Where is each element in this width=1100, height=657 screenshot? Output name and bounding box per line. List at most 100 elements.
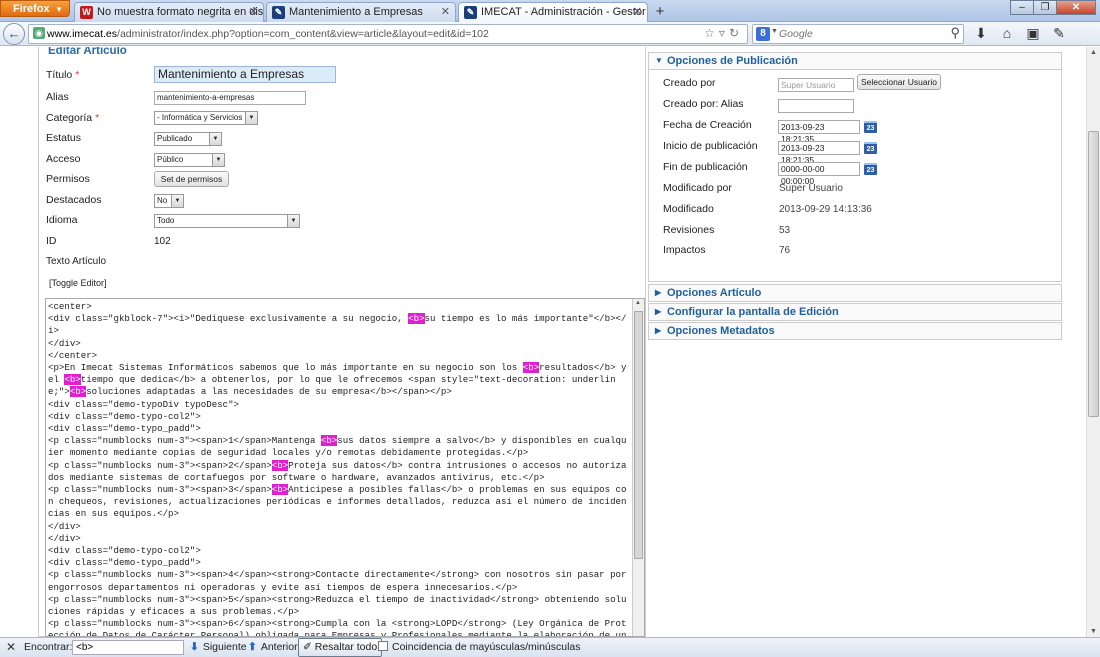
editor-scroll-thumb[interactable] bbox=[634, 311, 643, 559]
firefox-menu-button[interactable]: Firefox ▼ bbox=[0, 0, 70, 17]
search-highlight: <b> bbox=[64, 374, 81, 386]
chevron-down-icon: ▼ bbox=[171, 195, 183, 207]
tab-admin[interactable]: ✎ IMECAT - Administración - Gestor de...… bbox=[458, 2, 648, 23]
editor-source-code[interactable]: <center> <div class="gkblock-7"><i>"Dedi… bbox=[48, 301, 630, 636]
scroll-up-icon[interactable]: ▲ bbox=[635, 300, 641, 306]
acceso-select[interactable]: Público ▼ bbox=[154, 153, 225, 167]
destacados-select[interactable]: No ▼ bbox=[154, 194, 184, 208]
new-tab-button[interactable]: + bbox=[650, 3, 670, 21]
alias-field[interactable]: mantenimiento-a-empresas bbox=[154, 91, 306, 105]
close-tab-icon[interactable]: ✕ bbox=[441, 3, 450, 21]
firefox-menu-label: Firefox bbox=[13, 3, 50, 15]
metadata-options-header[interactable]: ▶ Opciones Metadatos bbox=[648, 322, 1062, 340]
history-dropdown-icon[interactable]: ▿ bbox=[719, 26, 729, 40]
tab-title: Mantenimiento a Empresas bbox=[289, 6, 423, 18]
maximize-icon[interactable]: ❐ bbox=[1033, 0, 1057, 15]
tab-title: IMECAT - Administración - Gestor de... bbox=[481, 6, 647, 18]
find-input[interactable] bbox=[72, 640, 184, 655]
texto-label: Texto Artículo bbox=[46, 256, 107, 267]
search-bar[interactable]: 8 ▼ ⚲ bbox=[752, 24, 964, 44]
select-user-button[interactable]: Seleccionar Usuario bbox=[857, 74, 941, 90]
estatus-label: Estatus bbox=[46, 132, 82, 144]
bookmark-star-icon[interactable]: ☆ bbox=[704, 26, 719, 40]
search-highlight: <b> bbox=[271, 459, 289, 471]
edit-screen-options-header[interactable]: ▶ Configurar la pantalla de Edición bbox=[648, 303, 1062, 321]
find-label: Encontrar: bbox=[24, 641, 73, 653]
search-highlight: <b> bbox=[69, 386, 87, 398]
bookmarks-menu-icon[interactable]: ▣ bbox=[1020, 25, 1046, 42]
permissions-button[interactable]: Set de permisos bbox=[154, 171, 229, 187]
article-text-editor[interactable]: <center> <div class="gkblock-7"><i>"Dedi… bbox=[45, 298, 645, 637]
alias-label: Alias bbox=[46, 91, 69, 103]
page-scroll-thumb[interactable] bbox=[1088, 131, 1099, 417]
search-highlight: <b> bbox=[320, 435, 338, 447]
joomla-favicon-icon: ✎ bbox=[272, 6, 285, 19]
publish-down-field[interactable]: 0000-00-00 00:00:00 bbox=[778, 162, 860, 186]
impactos-label: Impactos bbox=[663, 244, 706, 256]
scroll-down-icon[interactable]: ▼ bbox=[1090, 628, 1097, 635]
search-highlight: <b> bbox=[271, 484, 289, 496]
id-value: 102 bbox=[154, 236, 171, 247]
categoria-select[interactable]: - Informática y Servicios ▼ bbox=[154, 111, 258, 125]
url-path: /administrator/index.php?option=com_cont… bbox=[117, 28, 489, 40]
highlight-all-button[interactable]: ✐ Resaltar todo bbox=[298, 638, 383, 657]
toolbar-icons: ⬇ ⌂ ▣ ✎ bbox=[968, 25, 1072, 42]
modified-date-value: 2013-09-29 14:13:36 bbox=[779, 204, 872, 215]
browser-nav-bar: ← ◉ www.imecat.es/administrator/index.ph… bbox=[0, 22, 1100, 46]
modificado-label: Modificado bbox=[663, 203, 714, 215]
window-controls: – ❐ ✕ bbox=[1010, 0, 1096, 16]
search-input[interactable] bbox=[779, 27, 939, 41]
reload-icon[interactable]: ↻ bbox=[729, 26, 743, 40]
search-icon[interactable]: ⚲ bbox=[950, 25, 960, 41]
page-scrollbar[interactable]: ▲ ▼ bbox=[1086, 47, 1100, 637]
addon-icon[interactable]: ✎ bbox=[1046, 25, 1072, 42]
article-options-header[interactable]: ▶ Opciones Artículo bbox=[648, 284, 1062, 302]
search-highlight: <b> bbox=[522, 362, 540, 374]
close-window-icon[interactable]: ✕ bbox=[1056, 0, 1096, 15]
close-tab-icon[interactable]: ✕ bbox=[633, 3, 642, 21]
toggle-editor-link[interactable]: [Toggle Editor] bbox=[49, 278, 107, 288]
chevron-down-icon: ▼ bbox=[209, 133, 221, 145]
created-by-alias-field[interactable] bbox=[778, 99, 854, 113]
chevron-down-icon: ▼ bbox=[287, 215, 299, 227]
inicio-label: Inicio de publicación bbox=[663, 140, 758, 152]
minimize-icon[interactable]: – bbox=[1010, 0, 1034, 15]
creado-por-label: Creado por bbox=[663, 77, 716, 89]
destacados-label: Destacados bbox=[46, 194, 102, 206]
permisos-label: Permisos bbox=[46, 173, 90, 185]
url-domain: www.imecat.es bbox=[47, 28, 118, 40]
close-icon[interactable]: ✕ bbox=[6, 640, 16, 654]
download-icon[interactable]: ⬇ bbox=[968, 25, 994, 42]
chevron-down-icon: ▼ bbox=[245, 112, 257, 124]
estatus-select[interactable]: Publicado ▼ bbox=[154, 132, 222, 146]
url-text[interactable]: www.imecat.es/administrator/index.php?op… bbox=[47, 28, 489, 40]
categoria-label: Categoría * bbox=[46, 112, 100, 124]
close-tab-icon[interactable]: ✕ bbox=[249, 3, 258, 21]
google-icon[interactable]: 8 bbox=[756, 27, 770, 41]
find-next-button[interactable]: ⬇ Siguiente bbox=[190, 641, 247, 653]
url-bar[interactable]: ◉ www.imecat.es/administrator/index.php?… bbox=[28, 24, 748, 44]
editor-scrollbar[interactable]: ▲ bbox=[632, 299, 644, 636]
hits-value: 76 bbox=[779, 245, 791, 256]
match-case-checkbox[interactable]: Coincidencia de mayúsculas/minúsculas bbox=[378, 641, 581, 653]
calendar-icon[interactable]: 23 bbox=[864, 142, 877, 154]
browser-tab-bar: Firefox ▼ W No muestra formato negrita en… bbox=[0, 0, 1100, 23]
tab-forum[interactable]: W No muestra formato negrita en dispo...… bbox=[74, 2, 264, 22]
checkbox[interactable] bbox=[378, 641, 388, 651]
find-previous-button[interactable]: ⬆ Anterior bbox=[248, 641, 298, 653]
home-icon[interactable]: ⌂ bbox=[994, 25, 1020, 42]
find-bar: ✕ Encontrar: ⬇Siguiente ⬆Anterior ✐ Resa… bbox=[0, 637, 1100, 657]
idioma-select[interactable]: Todo ▼ bbox=[154, 214, 300, 228]
tab-article-preview[interactable]: ✎ Mantenimiento a Empresas ✕ bbox=[266, 2, 456, 22]
calendar-icon[interactable]: 23 bbox=[864, 121, 877, 133]
back-button[interactable]: ← bbox=[3, 23, 25, 45]
created-date-field[interactable]: 2013-09-23 18:21:35 bbox=[778, 120, 860, 144]
created-by-field[interactable]: Super Usuario bbox=[778, 78, 854, 92]
title-field[interactable]: Mantenimiento a Empresas bbox=[154, 66, 336, 83]
calendar-icon[interactable]: 23 bbox=[864, 163, 877, 175]
collapsed-triangle-icon: ▶ bbox=[655, 326, 662, 335]
site-identity-icon[interactable]: ◉ bbox=[33, 27, 45, 39]
chevron-down-icon[interactable]: ▼ bbox=[771, 28, 778, 35]
scroll-up-icon[interactable]: ▲ bbox=[1090, 49, 1097, 56]
publish-up-field[interactable]: 2013-09-23 18:21:35 bbox=[778, 141, 860, 165]
